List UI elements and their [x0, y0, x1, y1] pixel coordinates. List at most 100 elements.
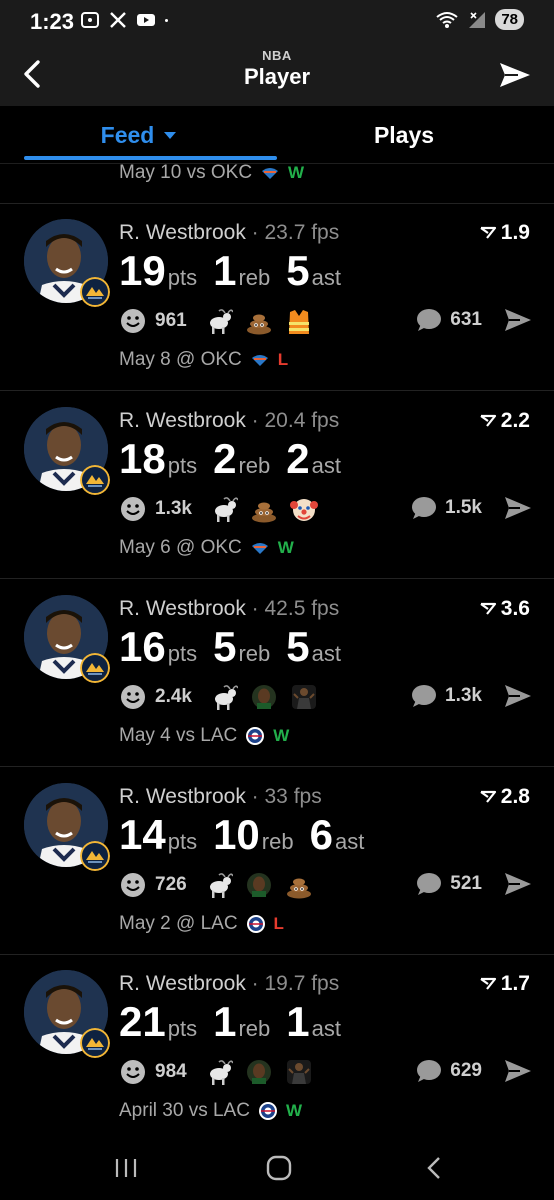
- comment-icon: [417, 873, 442, 895]
- tab-plays[interactable]: Plays: [277, 106, 531, 164]
- stat-line: 14 pts 10 reb 6 ast: [119, 811, 380, 859]
- player-silhouette-icon[interactable]: [290, 683, 318, 711]
- reactions: 2.4k: [119, 683, 318, 711]
- points-value: 19: [119, 247, 166, 294]
- clown-icon[interactable]: [289, 495, 318, 523]
- recent-apps-button[interactable]: [111, 1154, 141, 1182]
- rating: 1.9: [479, 221, 530, 245]
- home-button[interactable]: [264, 1154, 294, 1182]
- comments-button[interactable]: 629: [414, 1058, 482, 1084]
- share-button[interactable]: [498, 60, 532, 90]
- rating-value: 2.2: [500, 409, 530, 432]
- player-line: R. Westbrook · 42.5 fps: [119, 597, 339, 621]
- goat-icon[interactable]: [205, 307, 233, 335]
- comments-button[interactable]: 631: [414, 307, 482, 333]
- safety-vest-icon[interactable]: [285, 307, 313, 335]
- game-result: W: [277, 538, 294, 557]
- comments-button[interactable]: 1.3k: [409, 683, 482, 709]
- points-value: 21: [119, 998, 166, 1045]
- goat-icon[interactable]: [205, 1058, 233, 1086]
- dot-icon: [165, 19, 168, 22]
- player-silhouette-icon[interactable]: [285, 1058, 313, 1086]
- game-result: L: [273, 914, 284, 933]
- poop-icon[interactable]: [285, 871, 313, 899]
- reaction-count: 726: [155, 874, 187, 895]
- smiley-reaction-icon[interactable]: [119, 871, 147, 899]
- game-result: L: [277, 350, 289, 369]
- comments-button[interactable]: 1.5k: [409, 495, 482, 521]
- comment-icon: [412, 685, 437, 707]
- game-date: May 10 vs OKC: [119, 162, 253, 183]
- reaction-count: 984: [155, 1061, 187, 1082]
- rating: 2.2: [479, 409, 530, 433]
- game-date: May 2 @ LAC: [119, 913, 238, 934]
- player-face-icon[interactable]: [245, 1058, 273, 1086]
- rating-icon: [480, 414, 496, 427]
- rating-value: 1.7: [500, 972, 530, 995]
- reaction-count: 1.3k: [155, 498, 192, 519]
- nuggets-logo-icon: [80, 465, 110, 495]
- rebounds-label: reb: [261, 829, 294, 854]
- rebounds-label: reb: [238, 1016, 271, 1041]
- send-icon[interactable]: [504, 683, 532, 709]
- player-name[interactable]: R. Westbrook: [119, 597, 246, 620]
- rating-icon: [480, 977, 496, 990]
- smiley-reaction-icon[interactable]: [119, 495, 147, 523]
- game-meta: May 4 vs LAC W: [119, 725, 289, 747]
- stat-line: 19 pts 1 reb 5 ast: [119, 247, 357, 295]
- comment-count: 521: [450, 873, 482, 894]
- comment-count: 1.3k: [445, 685, 482, 706]
- reaction-count: 961: [155, 310, 187, 331]
- feed-item[interactable]: R. Westbrook · 19.7 fps 1.7 21 pts 1 reb 1 ast 9…: [0, 954, 554, 1142]
- x-logo-icon: [110, 12, 126, 28]
- goat-icon[interactable]: [205, 871, 233, 899]
- player-line: R. Westbrook · 33 fps: [119, 785, 322, 809]
- player-line: R. Westbrook · 20.4 fps: [119, 409, 339, 433]
- game-date: April 30 vs LAC: [119, 1100, 250, 1121]
- rating-value: 3.6: [500, 597, 530, 620]
- send-icon[interactable]: [504, 871, 532, 897]
- assists-label: ast: [311, 1016, 341, 1041]
- send-icon[interactable]: [504, 1058, 532, 1084]
- back-nav-button[interactable]: [420, 1154, 450, 1182]
- list-item-partial[interactable]: May 10 vs OKC W: [0, 162, 554, 204]
- rebounds-value: 10: [213, 811, 260, 858]
- send-icon[interactable]: [504, 495, 532, 521]
- chevron-down-icon: [164, 131, 177, 139]
- game-result: W: [285, 1101, 302, 1120]
- rating-icon: [480, 602, 496, 615]
- app-header: NBA Player: [0, 42, 554, 106]
- player-name[interactable]: R. Westbrook: [119, 785, 246, 808]
- goat-icon[interactable]: [210, 495, 238, 523]
- player-name[interactable]: R. Westbrook: [119, 409, 246, 432]
- points-value: 16: [119, 623, 166, 670]
- feed-item[interactable]: R. Westbrook · 42.5 fps 3.6 16 pts 5 reb 5 ast 2…: [0, 579, 554, 767]
- nuggets-logo-icon: [80, 277, 110, 307]
- rebounds-value: 2: [213, 435, 237, 482]
- lac-logo-icon: [258, 1102, 277, 1120]
- active-tab-indicator: [24, 156, 277, 160]
- game-date: May 8 @ OKC: [119, 349, 242, 370]
- feed-item[interactable]: R. Westbrook · 33 fps 2.8 14 pts 10 reb 6 ast 72…: [0, 767, 554, 955]
- reactions: 961: [119, 307, 313, 335]
- player-name[interactable]: R. Westbrook: [119, 221, 246, 244]
- poop-icon[interactable]: [245, 307, 273, 335]
- comment-icon: [417, 309, 442, 331]
- feed-item[interactable]: R. Westbrook · 20.4 fps 2.2 18 pts 2 reb 2 ast 1…: [0, 391, 554, 579]
- feed-item[interactable]: R. Westbrook · 23.7 fps 1.9 19 pts 1 reb 5 ast 9…: [0, 203, 554, 391]
- send-icon[interactable]: [504, 307, 532, 333]
- smiley-reaction-icon[interactable]: [119, 683, 147, 711]
- poop-icon[interactable]: [250, 495, 278, 523]
- system-nav-bar: [0, 1136, 554, 1200]
- player-name[interactable]: R. Westbrook: [119, 972, 246, 995]
- fps-value: · 20.4 fps: [251, 409, 340, 432]
- status-time: 1:23: [30, 9, 75, 34]
- smiley-reaction-icon[interactable]: [119, 1058, 147, 1086]
- player-face-icon[interactable]: [250, 683, 278, 711]
- goat-icon[interactable]: [210, 683, 238, 711]
- smiley-reaction-icon[interactable]: [119, 307, 147, 335]
- player-line: R. Westbrook · 19.7 fps: [119, 972, 339, 996]
- rating-icon: [480, 790, 496, 803]
- player-face-icon[interactable]: [245, 871, 273, 899]
- comments-button[interactable]: 521: [414, 871, 482, 897]
